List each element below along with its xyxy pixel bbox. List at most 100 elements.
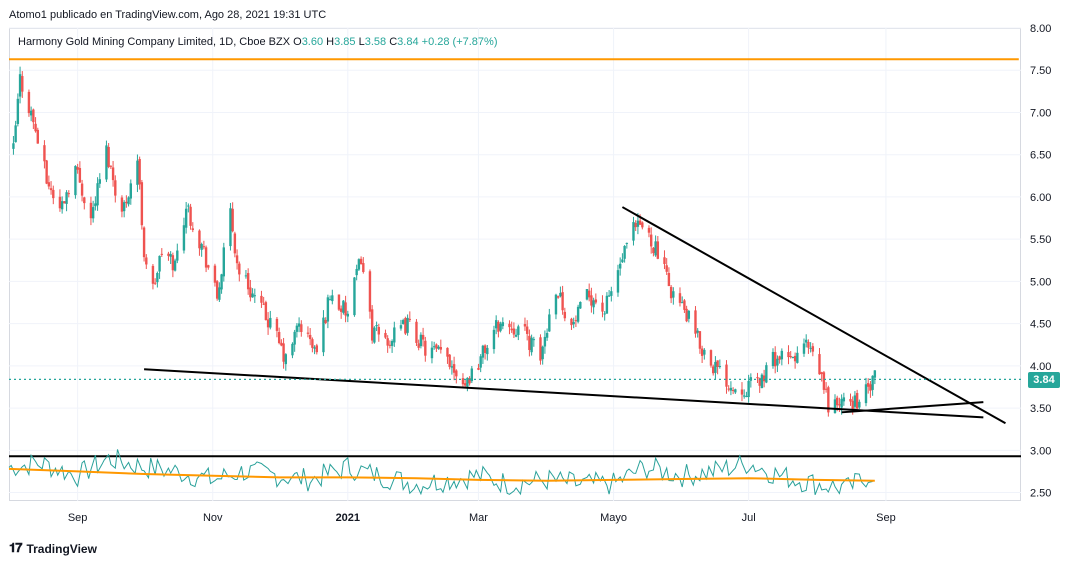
close-label: C [389,36,398,48]
drawn-trendlines [9,58,1021,425]
candle-body [297,323,301,327]
candle-body [450,366,454,368]
high-value: 3.85 [334,36,356,48]
candle-body [91,207,95,219]
candle-body [18,74,22,97]
candle-body [607,295,611,297]
candle-body [818,354,821,375]
candle-body [791,356,795,358]
candle-body [869,384,872,391]
candle-body [105,145,108,180]
close-value: 3.84 [397,36,419,48]
candle-body [370,309,374,341]
candle-body [430,347,434,359]
candle-body [63,201,66,204]
footer[interactable]: 𝟏𝟕 TradingView [9,541,97,556]
candle-body [346,313,350,317]
candle-body [222,247,226,277]
candle-body [685,308,688,322]
candle-body [466,377,469,387]
candle-body [541,346,544,360]
y-tick-label: 3.50 [1030,403,1051,415]
candle-body [559,292,562,297]
candle-body [556,296,560,298]
candle-body [153,282,157,284]
candle-body [45,160,48,184]
candle-body [58,196,62,209]
candle-body [842,397,846,402]
candle-body [543,336,547,347]
y-tick-label: 6.00 [1030,192,1051,204]
candle-body [377,327,381,335]
candle-body [793,355,797,362]
candle-body [34,123,37,132]
candle-body [647,227,651,233]
candle-body [572,322,575,325]
candle-body [822,372,826,390]
candle-body [60,201,64,210]
candle-body [809,347,812,349]
candle-body [269,317,272,328]
candle-body [497,321,500,332]
candle-body [570,318,573,326]
candle-body [463,383,467,386]
candle-body [401,320,405,325]
candle-body [244,275,248,277]
x-tick-label: Sep [68,512,88,524]
candle-body [592,300,595,308]
candle-body [594,299,598,303]
candle-body [145,257,148,265]
candle-body [277,331,281,344]
candle-body [873,370,877,378]
candle-body [694,310,697,334]
candle-body [339,308,343,312]
candle-body [83,197,86,204]
candle-body [373,327,376,343]
candle-body [532,339,536,341]
candle-body [820,372,823,375]
candle-body [811,346,815,352]
candle-body [716,360,719,367]
candle-body [251,293,254,298]
candle-body [67,193,70,195]
candle-body [807,341,810,348]
candle-body [375,325,378,327]
candle-body [424,340,427,356]
candle-body [160,253,163,255]
candle-body [523,324,527,327]
candle-body [98,179,101,184]
candle-body [218,287,221,300]
candle-body [849,398,852,402]
candle-body [415,321,418,343]
candle-body [388,344,392,346]
candle-body [585,289,589,300]
candle-body [579,301,582,309]
candle-body [836,397,839,406]
symbol-legend: Harmony Gold Mining Company Limited, 1D,… [18,36,498,48]
candle-body [311,339,314,348]
candle-body [156,272,159,283]
candle-body [138,159,141,185]
candle-body [184,208,188,228]
x-tick-label: Jul [742,512,756,524]
candle-body [855,393,859,409]
candle-body [742,395,746,397]
price-chart[interactable]: 8.007.507.006.506.005.505.004.504.003.50… [0,0,1075,566]
x-axis: Sep Nov 2021 Mar Mayo Jul Sep [68,512,896,524]
candle-body [778,356,781,360]
candle-body [461,378,465,385]
symbol-title: Harmony Gold Mining Company Limited, 1D,… [18,36,291,48]
candle-body [266,319,270,328]
candle-body [399,325,403,329]
candle-body [687,310,691,319]
candle-body [530,337,533,353]
candle-body [563,311,567,319]
candle-body [634,223,637,228]
candle-body [264,302,268,321]
x-tick-label: Sep [876,512,896,524]
candle-body [773,352,777,367]
candle-body [853,395,857,407]
candle-body [656,241,660,259]
candle-body [313,347,316,349]
candle-body [151,265,155,284]
